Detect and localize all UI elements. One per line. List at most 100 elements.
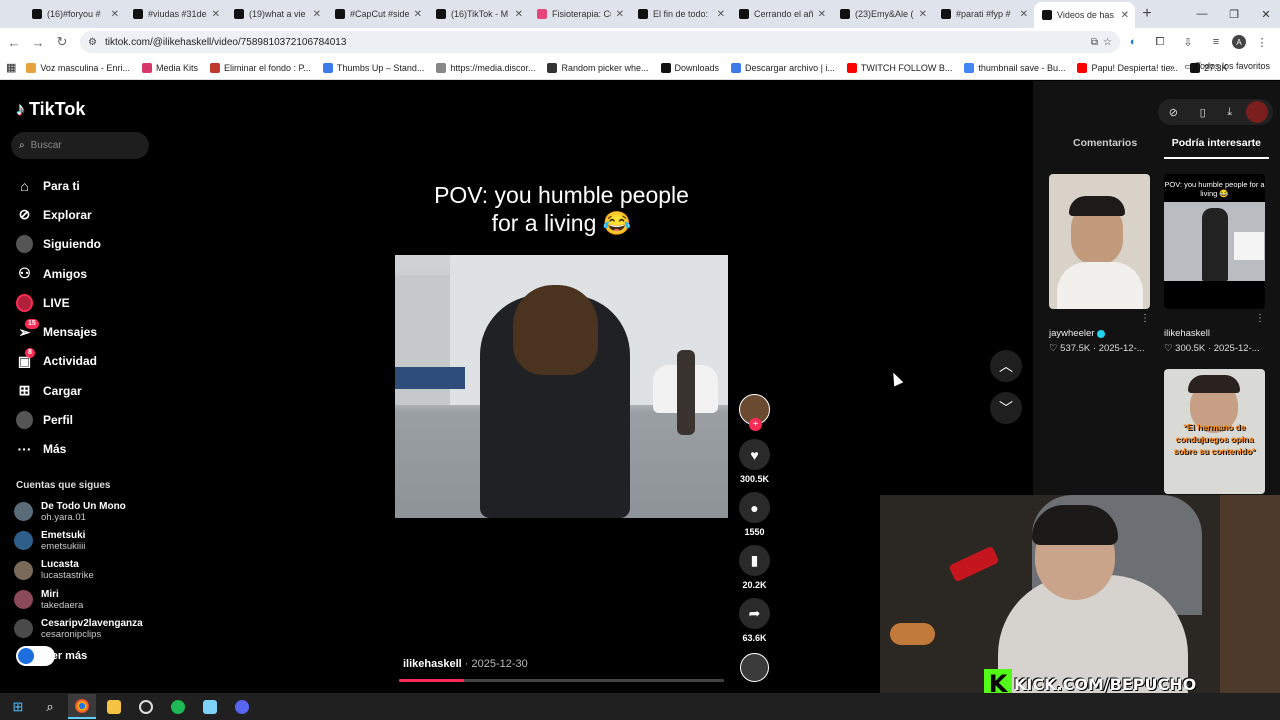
- discord-icon[interactable]: [228, 694, 256, 719]
- bookmark-item[interactable]: Media Kits: [141, 62, 198, 73]
- downloads-icon[interactable]: ⇩: [1176, 30, 1200, 54]
- tab-suggested[interactable]: Podría interesarte: [1163, 135, 1269, 159]
- close-tab-icon[interactable]: ✕: [111, 9, 119, 20]
- site-settings-icon[interactable]: ⚙: [88, 37, 97, 48]
- search-input[interactable]: [30, 140, 131, 151]
- profile-avatar[interactable]: A: [1232, 35, 1246, 49]
- browser-tab[interactable]: Cerrando el añ ✕: [731, 0, 832, 28]
- bookmark-item[interactable]: Papu! Despierta! tie...: [1077, 62, 1178, 73]
- browser-tab[interactable]: (16)TikTok - M ✕: [428, 0, 529, 28]
- followed-account[interactable]: De Todo Un Mono oh.yara.01: [14, 497, 156, 526]
- browser-tab[interactable]: (16)#foryou # ✕: [24, 0, 125, 28]
- close-tab-icon[interactable]: ✕: [313, 9, 321, 20]
- close-tab-icon[interactable]: ✕: [1020, 9, 1028, 20]
- suggested-video-thumbnail[interactable]: POV: you humble people for a living 😂: [1164, 174, 1265, 309]
- bookmark-item[interactable]: Descargar archivo | i...: [731, 62, 835, 73]
- nav-item-amigos[interactable]: ⚇ Amigos: [16, 259, 156, 288]
- back-icon[interactable]: ←: [2, 30, 26, 54]
- new-tab-button[interactable]: +: [1135, 0, 1159, 28]
- forward-icon[interactable]: →: [26, 30, 50, 54]
- device-icon[interactable]: ▯: [1200, 106, 1206, 119]
- browser-tab[interactable]: Videos de has ✕: [1034, 2, 1135, 28]
- nav-item-explorar[interactable]: ⊘ Explorar: [16, 200, 156, 229]
- bookmarks-overflow[interactable]: »: [1170, 62, 1175, 72]
- see-more-link[interactable]: Ver más: [16, 646, 87, 666]
- followed-account[interactable]: Cesaripv2lavenganza cesaronipclips: [14, 614, 156, 643]
- chrome-icon[interactable]: [68, 694, 96, 719]
- browser-menu-icon[interactable]: ⋮: [1250, 30, 1274, 54]
- follow-plus-icon[interactable]: +: [749, 418, 762, 431]
- obs-icon[interactable]: [132, 694, 160, 719]
- close-tab-icon[interactable]: ✕: [919, 9, 927, 20]
- followed-account[interactable]: Miri takedaera: [14, 585, 156, 614]
- suggested-video-thumbnail[interactable]: [1049, 174, 1150, 309]
- close-tab-icon[interactable]: ✕: [818, 9, 826, 20]
- file-explorer-icon[interactable]: [100, 694, 128, 719]
- close-tab-icon[interactable]: ✕: [717, 9, 725, 20]
- suggested-author-name[interactable]: ilikehaskell: [1164, 328, 1210, 339]
- tab-comments[interactable]: Comentarios: [1049, 135, 1161, 159]
- browser-tab[interactable]: #viudas #31de ✕: [125, 0, 226, 28]
- restore-icon[interactable]: ❐: [1218, 0, 1250, 28]
- next-video-button[interactable]: ﹀: [990, 392, 1022, 424]
- apps-grid-icon[interactable]: ▦: [6, 61, 16, 74]
- nav-item-m-s[interactable]: ··· Más: [16, 435, 156, 464]
- nav-item-para-ti[interactable]: ⌂ Para ti: [16, 171, 156, 200]
- bookmark-star-icon[interactable]: ☆: [1103, 37, 1112, 48]
- browser-tab[interactable]: (19)what a vie ✕: [226, 0, 327, 28]
- windows-start-icon[interactable]: ⊞: [4, 694, 32, 719]
- nav-item-siguiendo[interactable]: Siguiendo: [16, 230, 156, 259]
- bookmark-item[interactable]: thumbnail save - Bu...: [964, 62, 1065, 73]
- video-player[interactable]: [395, 255, 728, 518]
- nav-item-mensajes[interactable]: ➢ 15 Mensajes: [16, 317, 156, 346]
- video-author-line[interactable]: ilikehaskell · 2025-12-30: [403, 658, 528, 670]
- close-tab-icon[interactable]: ✕: [515, 9, 523, 20]
- user-avatar[interactable]: [1244, 99, 1270, 125]
- bookmark-item[interactable]: https://media.discor...: [436, 62, 535, 73]
- followed-account[interactable]: Lucasta lucastastrike: [14, 556, 156, 585]
- share-icon[interactable]: ➦: [739, 598, 770, 629]
- bookmark-item[interactable]: Thumbs Up – Stand...: [322, 62, 424, 73]
- extension-audio-icon[interactable]: ◖: [1120, 30, 1144, 54]
- browser-tab[interactable]: #parati #fyp # ✕: [933, 0, 1034, 28]
- search-icon[interactable]: ⌕: [36, 694, 64, 719]
- next-video-avatar[interactable]: [740, 653, 769, 682]
- comment-icon[interactable]: ●: [739, 492, 770, 523]
- suggested-author-name[interactable]: jaywheeler: [1049, 328, 1094, 339]
- more-options-icon[interactable]: ⋮: [1140, 313, 1150, 324]
- bookmark-item[interactable]: Random picker whe...: [547, 62, 649, 73]
- minimize-icon[interactable]: —: [1186, 0, 1218, 28]
- browser-tab[interactable]: #CapCut #side ✕: [327, 0, 428, 28]
- nav-item-cargar[interactable]: ⊞ Cargar: [16, 376, 156, 405]
- tiktok-logo[interactable]: ♪ TikTok: [16, 99, 85, 120]
- close-tab-icon[interactable]: ✕: [616, 9, 624, 20]
- nav-item-live[interactable]: LIVE: [16, 288, 156, 317]
- more-options-icon[interactable]: ⋮: [1255, 313, 1265, 324]
- download-icon[interactable]: ⤓: [1227, 106, 1232, 119]
- close-tab-icon[interactable]: ✕: [212, 9, 220, 20]
- video-author[interactable]: ilikehaskell: [403, 658, 462, 670]
- browser-tab[interactable]: El fin de todo: ✕: [630, 0, 731, 28]
- previous-video-button[interactable]: ︿: [990, 350, 1022, 382]
- followed-account[interactable]: Emetsuki emetsukiiii: [14, 526, 156, 555]
- browser-tab[interactable]: Fisioterapia: Cu ✕: [529, 0, 630, 28]
- media-controls-icon[interactable]: ≡: [1204, 30, 1228, 54]
- bookmark-item[interactable]: Eliminar el fondo : P...: [209, 62, 311, 73]
- creator-avatar[interactable]: +: [739, 394, 770, 431]
- browser-tab[interactable]: (23)Emy&Ale (✕: [832, 0, 933, 28]
- spotify-icon[interactable]: [164, 694, 192, 719]
- close-tab-icon[interactable]: ✕: [414, 9, 422, 20]
- nav-item-actividad[interactable]: ▣ 8 Actividad: [16, 347, 156, 376]
- nav-item-perfil[interactable]: Perfil: [16, 405, 156, 434]
- close-window-icon[interactable]: ✕: [1250, 0, 1280, 28]
- notepad-icon[interactable]: [196, 694, 224, 719]
- bookmark-item[interactable]: Voz masculina - Enri...: [26, 62, 130, 73]
- suggested-video-thumbnail[interactable]: *El hermano de condujuegos opina sobre s…: [1164, 369, 1265, 494]
- reload-icon[interactable]: ↻: [50, 30, 74, 54]
- video-progress-bar[interactable]: [399, 679, 724, 682]
- bookmark-item[interactable]: TWITCH FOLLOW B...: [846, 62, 952, 73]
- bookmark-icon[interactable]: ▮: [739, 545, 770, 576]
- install-icon[interactable]: ⧉: [1091, 37, 1098, 48]
- bookmark-item[interactable]: Downloads: [660, 62, 719, 73]
- all-favorites[interactable]: ▭ Todos los favoritos: [1185, 61, 1270, 72]
